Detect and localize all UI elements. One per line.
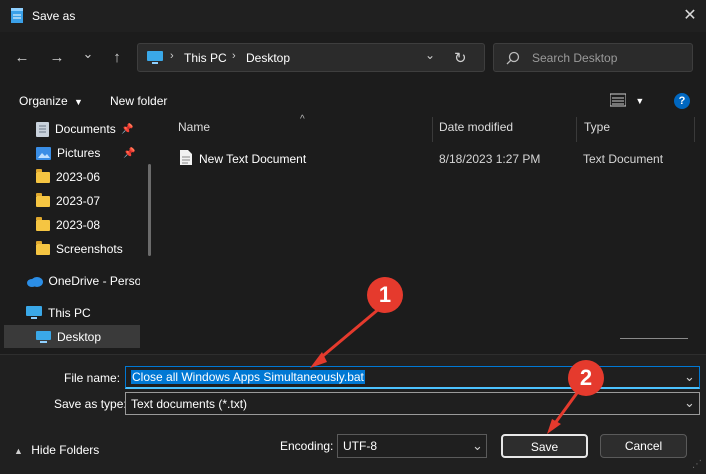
callout-marker-1: 1 — [367, 277, 403, 313]
annotation-arrows — [310, 306, 579, 434]
callout-marker-2: 2 — [568, 360, 604, 396]
resize-grip[interactable]: ⋰ — [692, 459, 702, 470]
